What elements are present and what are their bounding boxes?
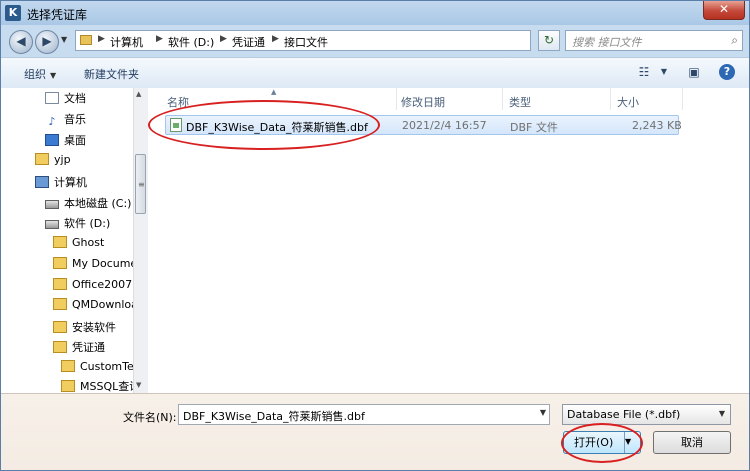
nav-item-mssql[interactable]: MSSQL查询: [61, 378, 133, 393]
file-open-dialog: K 选择凭证库 ✕ ◀ ▶ ▼ ▶ 计算机 ▶ 软件 (D:) ▶ 凭证通 ▶ …: [0, 0, 750, 471]
grip-icon: ≡: [138, 180, 145, 189]
back-arrow-icon: ◀: [16, 34, 26, 48]
breadcrumb-separator-icon[interactable]: ▶: [98, 34, 105, 44]
folder-icon: [53, 278, 67, 290]
title-bar[interactable]: K 选择凭证库 ✕: [1, 1, 749, 25]
new-folder-button[interactable]: 新建文件夹: [84, 66, 139, 82]
search-input[interactable]: 搜索 接口文件 ⌕: [565, 30, 743, 51]
table-row[interactable]: DBF_K3Wise_Data_符莱斯销售.dbf 2021/2/4 16:57…: [165, 115, 682, 135]
user-folder-icon: [35, 153, 49, 165]
forward-arrow-icon: ▶: [42, 34, 52, 48]
drive-icon: [45, 220, 59, 229]
nav-item-ghost[interactable]: Ghost: [53, 236, 104, 254]
recent-locations-dropdown[interactable]: ▼: [61, 35, 67, 44]
nav-item-install-software[interactable]: 安装软件: [53, 319, 116, 337]
nav-item-computer[interactable]: 计算机: [35, 174, 87, 192]
column-header-size[interactable]: 大小: [611, 88, 683, 110]
back-button[interactable]: ◀: [9, 30, 33, 54]
folder-icon: [80, 35, 92, 45]
file-size: 2,243 KB: [632, 119, 682, 132]
forward-button[interactable]: ▶: [35, 30, 59, 54]
chevron-down-icon: ▼: [50, 71, 57, 80]
nav-item-office2007[interactable]: Office2007: [53, 278, 132, 296]
refresh-icon: ↻: [543, 33, 555, 47]
nav-item-music[interactable]: ♪ 音乐: [45, 111, 86, 129]
desktop-icon: [45, 134, 59, 146]
view-options-icon[interactable]: ☷: [635, 64, 653, 80]
preview-pane-icon[interactable]: ▣: [685, 64, 703, 80]
dbf-file-icon: [170, 118, 182, 132]
help-icon[interactable]: ?: [719, 64, 735, 80]
computer-icon: [35, 176, 49, 188]
nav-scrollbar[interactable]: ▲ ≡ ▼: [133, 88, 148, 393]
chevron-down-icon: ▼: [625, 437, 632, 446]
close-button[interactable]: ✕: [703, 1, 745, 20]
view-dropdown-icon[interactable]: ▼: [655, 64, 673, 80]
navigation-pane[interactable]: 文档 ♪ 音乐 桌面 yjp 计算机 本地磁盘 (C:) 软件 (D:) Ghos…: [1, 88, 133, 393]
file-name: DBF_K3Wise_Data_符莱斯销售.dbf: [186, 121, 368, 134]
breadcrumb-separator-icon[interactable]: ▶: [156, 34, 163, 44]
organize-button[interactable]: 组织 ▼: [24, 66, 56, 82]
file-list[interactable]: 名称 ▲ 修改日期 类型 大小 DBF_K3Wise_Data_符莱斯销售.dbf…: [148, 88, 749, 393]
nav-item-drive-c[interactable]: 本地磁盘 (C:): [45, 195, 131, 213]
nav-item-pingzhengtong[interactable]: 凭证通: [53, 339, 105, 357]
open-label: 打开(O): [574, 436, 614, 449]
breadcrumb-computer[interactable]: 计算机: [110, 34, 143, 50]
file-type-select[interactable]: Database File (*.dbf) ▼: [562, 404, 731, 425]
breadcrumb-separator-icon[interactable]: ▶: [272, 34, 279, 44]
folder-icon: [53, 321, 67, 333]
window-title: 选择凭证库: [27, 8, 88, 22]
column-header-type[interactable]: 类型: [503, 88, 611, 110]
folder-icon: [61, 380, 75, 392]
nav-item-qmdownload[interactable]: QMDownloa: [53, 298, 133, 316]
address-bar[interactable]: ▶ 计算机 ▶ 软件 (D:) ▶ 凭证通 ▶ 接口文件 ▼: [75, 30, 598, 51]
nav-item-my-documents[interactable]: My Docume: [53, 257, 133, 275]
nav-item-documents[interactable]: 文档: [45, 90, 86, 108]
folder-icon: [53, 236, 67, 248]
breadcrumb-separator-icon[interactable]: ▶: [220, 34, 227, 44]
open-button[interactable]: 打开(O) ▼: [563, 431, 641, 454]
nav-item-customte[interactable]: CustomTe: [61, 360, 133, 378]
search-placeholder: 搜索 接口文件: [572, 36, 642, 49]
search-icon[interactable]: ⌕: [731, 33, 738, 48]
music-icon: ♪: [48, 115, 56, 128]
refresh-button[interactable]: ↻: [538, 30, 560, 51]
command-toolbar: 组织 ▼ 新建文件夹 ☷ ▼ ▣ ?: [1, 57, 749, 89]
chevron-down-icon: ▼: [718, 409, 725, 418]
drive-icon: [45, 200, 59, 209]
nav-item-drive-d[interactable]: 软件 (D:): [45, 215, 110, 233]
nav-item-desktop[interactable]: 桌面: [45, 132, 86, 150]
scroll-down-icon[interactable]: ▼: [136, 381, 141, 389]
folder-icon: [61, 360, 75, 372]
file-type: DBF 文件: [510, 121, 558, 134]
chevron-down-icon[interactable]: ▼: [540, 408, 546, 417]
breadcrumb-drive-d[interactable]: 软件 (D:): [168, 34, 214, 50]
file-modified: 2021/2/4 16:57: [402, 119, 487, 132]
scroll-thumb[interactable]: ≡: [135, 154, 146, 214]
folder-icon: [53, 257, 67, 269]
filename-label: 文件名(N):: [123, 411, 177, 424]
folder-icon: [53, 298, 67, 310]
filename-value: DBF_K3Wise_Data_符莱斯销售.dbf: [183, 410, 365, 423]
breadcrumb-interface-files[interactable]: 接口文件: [284, 34, 328, 50]
scroll-up-icon[interactable]: ▲: [136, 90, 141, 98]
open-split-dropdown[interactable]: ▼: [624, 432, 640, 453]
app-icon: K: [5, 5, 21, 21]
address-row: ◀ ▶ ▼ ▶ 计算机 ▶ 软件 (D:) ▶ 凭证通 ▶ 接口文件 ▼ ↻ 搜…: [1, 25, 749, 55]
file-type-value: Database File (*.dbf): [567, 408, 681, 421]
dialog-body: 文档 ♪ 音乐 桌面 yjp 计算机 本地磁盘 (C:) 软件 (D:) Ghos…: [1, 88, 749, 393]
cancel-button[interactable]: 取消: [653, 431, 731, 454]
filename-input[interactable]: DBF_K3Wise_Data_符莱斯销售.dbf ▼: [178, 404, 550, 425]
breadcrumb-pingzhengtong[interactable]: 凭证通: [232, 34, 265, 50]
column-header-name[interactable]: 名称 ▲: [161, 88, 397, 110]
sort-caret-icon: ▲: [271, 88, 277, 96]
nav-item-yjp[interactable]: yjp: [35, 153, 71, 171]
document-icon: [45, 92, 59, 104]
column-header-modified[interactable]: 修改日期: [395, 88, 503, 110]
dialog-footer: 文件名(N): DBF_K3Wise_Data_符莱斯销售.dbf ▼ Data…: [1, 393, 749, 470]
folder-icon: [53, 341, 67, 353]
